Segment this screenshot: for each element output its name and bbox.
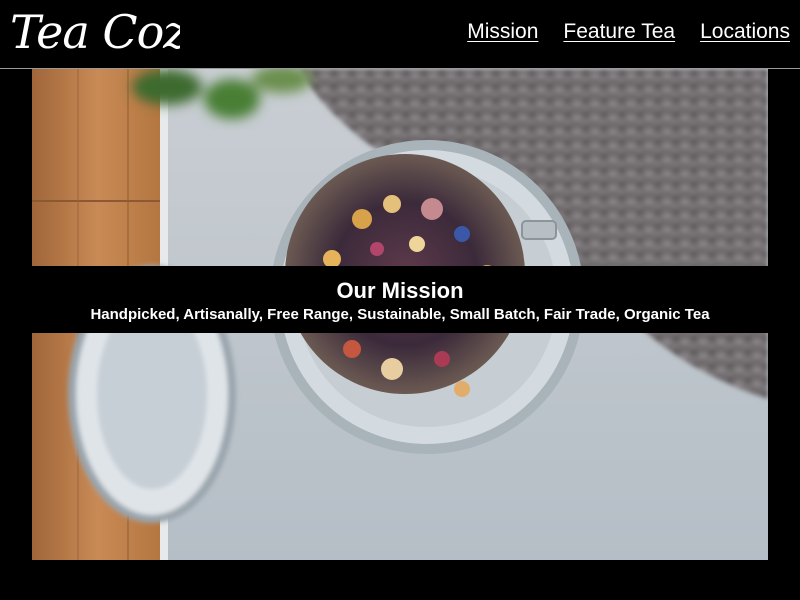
site-header: Tea Cozy Mission Feature Tea Locations — [0, 0, 800, 69]
tea-cozy-logo[interactable]: Tea Cozy — [10, 4, 180, 64]
nav-link-feature-tea[interactable]: Feature Tea — [563, 20, 675, 44]
logo-text: Tea Cozy — [10, 5, 180, 59]
nav-link-mission[interactable]: Mission — [467, 20, 538, 44]
main-nav: Mission Feature Tea Locations — [467, 20, 790, 44]
mission-subtitle: Handpicked, Artisanally, Free Range, Sus… — [90, 306, 710, 323]
mission-title: Our Mission — [336, 278, 464, 303]
mission-banner: Our Mission Handpicked, Artisanally, Fre… — [32, 266, 768, 333]
nav-link-locations[interactable]: Locations — [700, 20, 790, 44]
logo-image: Tea Cozy — [10, 5, 180, 59]
